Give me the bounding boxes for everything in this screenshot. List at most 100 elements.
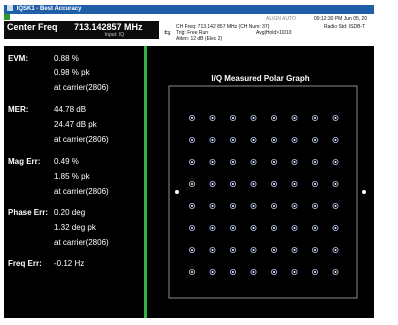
center-freq-block[interactable]: Center Freq 713.142857 MHz Input: IQ	[4, 21, 159, 39]
constellation-point	[230, 180, 237, 187]
freq-err-value: -0.12 Hz	[54, 259, 85, 268]
constellation-point	[311, 246, 318, 253]
align-status: ALIGN AUTO	[266, 16, 296, 22]
constellation-point	[311, 137, 318, 144]
constellation-point	[209, 115, 216, 122]
graph-frame	[168, 85, 358, 299]
constellation-point	[291, 202, 298, 209]
mag-err-value: 0.49 %	[54, 157, 79, 166]
constellation-point	[189, 137, 196, 144]
constellation-point	[291, 115, 298, 122]
constellation-point	[230, 246, 237, 253]
window-title-bar: IQSK1 - Best Accuracy	[4, 5, 374, 14]
window-title: IQSK1 - Best Accuracy	[16, 6, 82, 12]
constellation-point	[271, 224, 278, 231]
constellation-point	[189, 180, 196, 187]
metrics-panel: EVM: 0.88 % 0.98 % pk at carrier(2806) M…	[4, 46, 144, 318]
constellation-point	[189, 159, 196, 166]
constellation-point	[250, 268, 257, 275]
pilot-point	[362, 190, 366, 194]
constellation-point	[209, 268, 216, 275]
pilot-point	[175, 190, 179, 194]
mer-carrier: at carrier(2806)	[54, 135, 109, 144]
mag-err-carrier: at carrier(2806)	[54, 187, 109, 196]
constellation-point	[209, 202, 216, 209]
constellation-point	[189, 246, 196, 253]
constellation-point	[271, 159, 278, 166]
center-freq-value: 713.142857 MHz	[74, 22, 143, 32]
constellation-point	[209, 180, 216, 187]
constellation-point	[291, 159, 298, 166]
constellation-point	[271, 115, 278, 122]
mer-label: MER:	[8, 105, 29, 114]
constellation-point	[311, 202, 318, 209]
iq-polar-graph: I/Q Measured Polar Graph	[147, 46, 374, 318]
constellation-point	[271, 268, 278, 275]
app-icon	[7, 5, 13, 11]
constellation-point	[250, 224, 257, 231]
constellation-point	[332, 268, 339, 275]
constellation-point	[291, 268, 298, 275]
mag-err-label: Mag Err:	[8, 157, 41, 166]
constellation-point	[332, 224, 339, 231]
constellation-point	[291, 246, 298, 253]
evm-peak: 0.98 % pk	[54, 68, 90, 77]
freq-err-label: Freq Err:	[8, 259, 42, 268]
atten-info: Atten: 12 dB (Elec 2)	[176, 36, 223, 42]
constellation-point	[250, 202, 257, 209]
constellation-point	[209, 224, 216, 231]
constellation-point	[311, 268, 318, 275]
trigger-arrow-icon: ⇆	[164, 28, 171, 37]
constellation-point	[311, 180, 318, 187]
constellation-point	[332, 137, 339, 144]
constellation-point	[230, 268, 237, 275]
phase-err-carrier: at carrier(2806)	[54, 238, 109, 247]
constellation-point	[332, 246, 339, 253]
radio-std: Radio Std: ISDB-T	[324, 24, 366, 30]
datetime: 09:12:30 PM Jun 05, 20	[314, 16, 368, 22]
constellation-point	[230, 137, 237, 144]
constellation-point	[332, 159, 339, 166]
evm-label: EVM:	[8, 54, 28, 63]
constellation-point	[230, 202, 237, 209]
constellation-point	[250, 246, 257, 253]
constellation-point	[271, 202, 278, 209]
constellation-point	[271, 137, 278, 144]
constellation-point	[332, 115, 339, 122]
constellation-point	[271, 180, 278, 187]
constellation-point	[311, 159, 318, 166]
constellation-point	[250, 159, 257, 166]
mer-value: 44.78 dB	[54, 105, 87, 114]
constellation-point	[291, 180, 298, 187]
constellation-plot	[168, 85, 366, 299]
constellation-point	[250, 180, 257, 187]
constellation-point	[189, 202, 196, 209]
center-freq-label: Center Freq	[7, 22, 58, 32]
constellation-point	[250, 115, 257, 122]
constellation-point	[189, 224, 196, 231]
constellation-point	[209, 159, 216, 166]
constellation-point	[189, 268, 196, 275]
phase-err-peak: 1.32 deg pk	[54, 223, 96, 232]
constellation-point	[291, 137, 298, 144]
constellation-point	[209, 137, 216, 144]
phase-err-label: Phase Err:	[8, 208, 49, 217]
status-marker	[4, 14, 10, 20]
mer-peak: 24.47 dB pk	[54, 120, 97, 129]
measurement-info-bar: Center Freq 713.142857 MHz Input: IQ ⇆ C…	[4, 14, 374, 46]
constellation-point	[271, 246, 278, 253]
constellation-point	[230, 224, 237, 231]
constellation-point	[189, 115, 196, 122]
input-label: Input: IQ	[104, 32, 124, 38]
phase-err-value: 0.20 deg	[54, 208, 86, 217]
mag-err-peak: 1.85 % pk	[54, 172, 90, 181]
evm-carrier: at carrier(2806)	[54, 83, 109, 92]
constellation-point	[209, 246, 216, 253]
analyzer-screen: IQSK1 - Best Accuracy Center Freq 713.14…	[4, 5, 374, 318]
avg-hold-info: Avg|Hold>10/10	[256, 30, 292, 36]
constellation-point	[291, 224, 298, 231]
constellation-point	[332, 180, 339, 187]
evm-value: 0.88 %	[54, 54, 79, 63]
constellation-point	[230, 115, 237, 122]
constellation-point	[230, 159, 237, 166]
